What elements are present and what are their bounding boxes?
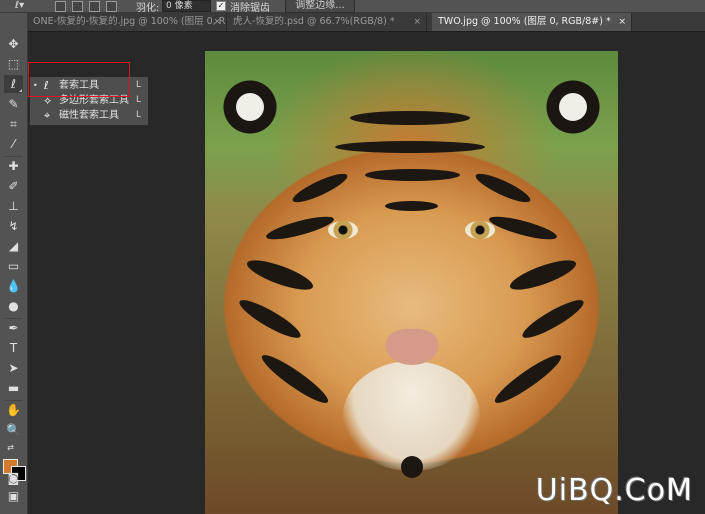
tab-two-jpg[interactable]: TWO.jpg @ 100% (图层 0, RGB/8#) * × (432, 13, 632, 31)
feather-label: 羽化: (136, 3, 160, 14)
site-watermark: UiBQ.CoM (535, 473, 693, 508)
tab-label: 虎人-恢复的.psd @ 66.7%(RGB/8) * (233, 16, 395, 27)
refine-edge-button[interactable]: 调整边缘... (285, 0, 355, 13)
type-tool-icon[interactable]: T (4, 339, 23, 357)
intersect-selection-icon[interactable] (106, 1, 117, 12)
quick-selection-tool-icon[interactable]: ✎ (4, 95, 23, 113)
antialias-label: 消除锯齿 (230, 3, 270, 14)
lasso-tool-icon[interactable]: ℓ (4, 75, 23, 93)
tab-one-jpg[interactable]: ONE-恢复的-恢复的.jpg @ 100% (图层 0, RGB/8#) * … (27, 13, 227, 31)
tiger-right-eye (465, 221, 495, 239)
tools-panel: ✥ ⬚ ℓ ✎ ⌗ ⁄ ✚ ✐ ⊥ ↯ ◢ ▭ 💧 ● ✒ T ➤ ▬ ✋ 🔍 … (0, 13, 28, 514)
hand-tool-icon[interactable]: ✋ (4, 401, 23, 419)
tab-label: TWO.jpg @ 100% (图层 0, RGB/8#) * (438, 16, 611, 27)
tiger-left-eye (328, 221, 358, 239)
healing-brush-tool-icon[interactable]: ✚ (4, 157, 23, 175)
antialias-checkbox[interactable]: ✓ (216, 1, 226, 11)
lasso-tool-preset-icon[interactable]: ℓ▾ (15, 0, 24, 11)
clone-stamp-tool-icon[interactable]: ⊥ (4, 197, 23, 215)
swap-colors-icon[interactable]: ⇄ (1, 439, 20, 457)
crop-tool-icon[interactable]: ⌗ (4, 115, 23, 133)
tab-label: ONE-恢复的-恢复的.jpg @ 100% (图层 0, RGB/8#) * (33, 16, 226, 27)
close-icon[interactable]: × (618, 13, 626, 31)
options-bar: ℓ▾ 羽化: 0 像素 ✓ 消除锯齿 调整边缘... (0, 0, 705, 14)
annotation-highlight-box (28, 62, 130, 97)
eraser-tool-icon[interactable]: ◢ (4, 237, 23, 255)
feather-input[interactable]: 0 像素 (162, 0, 211, 12)
marquee-tool-icon[interactable]: ⬚ (4, 55, 23, 73)
tab-huren-psd[interactable]: 虎人-恢复的.psd @ 66.7%(RGB/8) * × (227, 13, 427, 31)
eyedropper-tool-icon[interactable]: ⁄ (4, 135, 23, 153)
close-icon[interactable]: × (213, 13, 221, 31)
flyout-item-magnetic-lasso[interactable]: ⌖ 磁性套索工具 L (30, 108, 148, 123)
close-icon[interactable]: × (413, 13, 421, 31)
document-tab-bar: ONE-恢复的-恢复的.jpg @ 100% (图层 0, RGB/8#) * … (27, 13, 705, 32)
pen-tool-icon[interactable]: ✒ (4, 319, 23, 337)
blur-tool-icon[interactable]: 💧 (4, 277, 23, 295)
quick-mask-icon[interactable]: ◙ (4, 469, 23, 487)
document-canvas-image[interactable] (205, 51, 618, 514)
tiger-muzzle (343, 361, 480, 471)
new-selection-icon[interactable] (55, 1, 66, 12)
dodge-tool-icon[interactable]: ● (4, 297, 23, 315)
add-to-selection-icon[interactable] (72, 1, 83, 12)
subtract-from-selection-icon[interactable] (89, 1, 100, 12)
brush-tool-icon[interactable]: ✐ (4, 177, 23, 195)
zoom-tool-icon[interactable]: 🔍 (4, 421, 23, 439)
rectangle-tool-icon[interactable]: ▬ (4, 379, 23, 397)
history-brush-tool-icon[interactable]: ↯ (4, 217, 23, 235)
tiger-right-ear (538, 65, 608, 135)
path-selection-tool-icon[interactable]: ➤ (4, 359, 23, 377)
screen-mode-icon[interactable]: ▣ (4, 487, 23, 505)
gradient-tool-icon[interactable]: ▭ (4, 257, 23, 275)
move-tool-icon[interactable]: ✥ (4, 35, 23, 53)
tiger-left-ear (215, 65, 285, 135)
tiger-nose (386, 329, 438, 365)
magnetic-lasso-icon: ⌖ (44, 109, 51, 122)
